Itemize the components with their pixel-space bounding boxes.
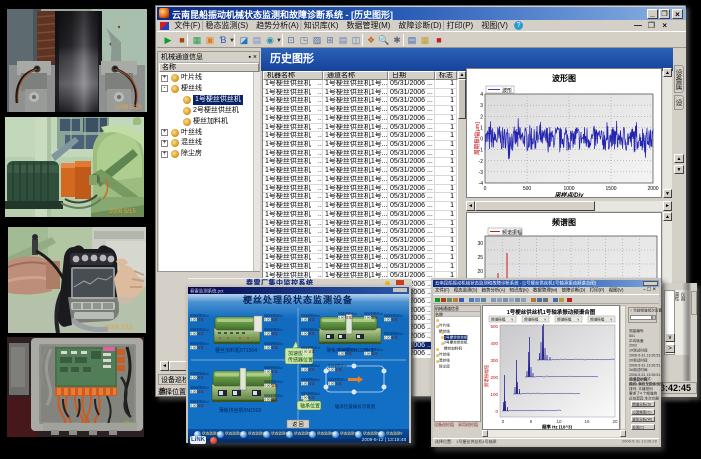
svg-text:20: 20 — [612, 419, 618, 424]
svg-text:1000: 1000 — [563, 186, 574, 192]
svg-text:25: 25 — [477, 255, 483, 261]
svg-text:15: 15 — [584, 419, 590, 424]
svg-text:1号梗丝供丝机1号轴承振动频谱合图: 1号梗丝供丝机1号轴承振动频谱合图 — [507, 308, 596, 316]
svg-text:频谱图: 频谱图 — [552, 217, 576, 227]
svg-text:2006 5/15: 2006 5/15 — [115, 105, 142, 111]
svg-text:-3: -3 — [479, 170, 484, 176]
svg-text:波形图: 波形图 — [552, 73, 576, 83]
svg-text:频谱振幅值: 频谱振幅值 — [483, 364, 490, 387]
svg-text:0: 0 — [502, 419, 505, 424]
svg-text:30: 30 — [477, 241, 483, 247]
svg-text:周期振幅[μm]: 周期振幅[μm] — [473, 122, 481, 155]
svg-text:频率 Hz (10^3): 频率 Hz (10^3) — [542, 424, 573, 430]
svg-text:500: 500 — [490, 324, 498, 329]
svg-text:∨: ∨ — [511, 318, 514, 322]
svg-text:频谱振幅: 频谱振幅 — [491, 317, 506, 322]
svg-text:∨: ∨ — [610, 318, 613, 322]
svg-text:∨: ∨ — [577, 318, 580, 322]
svg-text:-4: -4 — [479, 181, 484, 187]
svg-text:5: 5 — [530, 419, 533, 424]
svg-text:频谱振幅: 频谱振幅 — [502, 229, 522, 236]
svg-text:频谱振幅: 频谱振幅 — [524, 317, 539, 322]
svg-text:2000: 2000 — [647, 186, 658, 192]
svg-text:∨: ∨ — [544, 318, 547, 322]
svg-text:200: 200 — [490, 375, 498, 380]
svg-text:2: 2 — [480, 114, 483, 120]
svg-text:-2: -2 — [479, 159, 484, 165]
svg-text:300: 300 — [490, 358, 498, 363]
svg-text:100: 100 — [490, 392, 498, 397]
svg-text:0: 0 — [484, 186, 487, 192]
svg-text:频谱振幅: 频谱振幅 — [557, 317, 572, 322]
svg-text:0: 0 — [495, 409, 498, 414]
svg-text:400: 400 — [490, 341, 498, 346]
svg-text:4: 4 — [480, 92, 483, 98]
svg-text:频谱振幅: 频谱振幅 — [590, 317, 605, 322]
svg-text:1500: 1500 — [605, 186, 616, 192]
svg-text:2006 7/15: 2006 7/15 — [106, 325, 133, 331]
svg-text:20: 20 — [477, 269, 483, 275]
svg-text:3: 3 — [480, 103, 483, 109]
svg-text:500: 500 — [523, 186, 532, 192]
svg-text:2006 5/15: 2006 5/15 — [109, 209, 136, 215]
svg-text:波形: 波形 — [502, 87, 512, 94]
svg-text:10: 10 — [556, 419, 562, 424]
